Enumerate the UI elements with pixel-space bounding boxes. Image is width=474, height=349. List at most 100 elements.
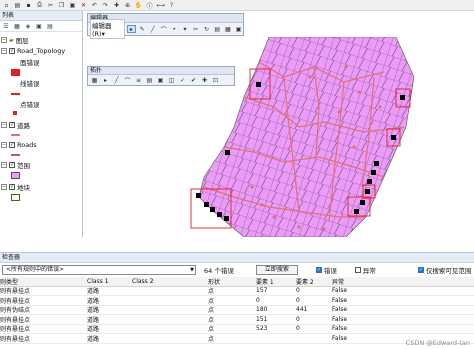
- help-icon[interactable]: ?: [167, 1, 176, 9]
- table-row[interactable]: 则有悬挂点 道路 点 0 0 False: [0, 296, 474, 306]
- table-row[interactable]: 则有悬挂点 道路 点 157 0 False: [0, 287, 474, 296]
- modify-edge-icon[interactable]: ╱: [112, 77, 121, 85]
- layers-root-label: 图层: [15, 37, 29, 45]
- collapse-icon[interactable]: −: [1, 184, 7, 190]
- print-icon[interactable]: ⎙: [35, 1, 44, 9]
- table-cell: 点: [208, 307, 215, 315]
- table-body: 则有悬挂点 道路点 157 0 False 则有悬挂点 道路点 0 0 False 则有伪结点 道路点…: [0, 287, 474, 344]
- layer-label: 范围: [17, 162, 30, 170]
- error-inspector-icon[interactable]: ⊡: [211, 77, 220, 85]
- edit-annotation-icon[interactable]: ✎: [138, 25, 147, 33]
- visible-extent-checkbox[interactable]: ✓: [417, 266, 424, 273]
- table-cell: False: [332, 306, 348, 314]
- table-cell: 则有伪结点: [0, 307, 31, 315]
- visibility-checkbox[interactable]: ✓: [9, 48, 15, 54]
- search-now-button[interactable]: 立即搜索: [255, 264, 298, 275]
- align-edge-icon[interactable]: ≡: [134, 77, 143, 85]
- list-by-source-icon[interactable]: ▦: [13, 22, 21, 30]
- collapse-icon[interactable]: −: [1, 37, 7, 43]
- copy-icon[interactable]: ❐: [57, 1, 66, 9]
- collapse-icon[interactable]: −: [1, 162, 7, 168]
- new-icon[interactable]: ▫: [2, 1, 11, 9]
- toc-layer-parcels[interactable]: − ✓ 地块: [1, 182, 30, 192]
- editor-toolbar: 编辑器 编辑器(R)▾ ▸ ✎ ╱ ⌒ • ✦ ✂ ↻ ▤ ▦ ▣: [87, 13, 244, 39]
- zoom-icon[interactable]: ⊕: [123, 1, 132, 9]
- toc-layer-road-topology[interactable]: − ✓ Road_Topology: [1, 46, 65, 56]
- table-cell: 道路: [87, 326, 100, 334]
- pan-icon[interactable]: ✋: [134, 1, 143, 9]
- undo-icon[interactable]: ↶: [90, 1, 99, 9]
- list-by-selection-icon[interactable]: ▣: [35, 22, 43, 30]
- curve-icon[interactable]: ⌒: [159, 25, 168, 34]
- visibility-checkbox[interactable]: ✓: [9, 162, 15, 168]
- table-header: 则类型 Class 1 Class 2 形状 要素 1 要素 2 异常: [0, 277, 474, 287]
- rule-filter-select[interactable]: <所有规则中的错误> ▼: [2, 264, 196, 275]
- split-icon[interactable]: ✂: [191, 25, 200, 33]
- measure-icon[interactable]: ⟷: [156, 1, 165, 9]
- rotate-icon[interactable]: ↻: [202, 25, 211, 33]
- visibility-checkbox[interactable]: ✓: [9, 184, 15, 190]
- list-by-visibility-icon[interactable]: ◈: [24, 22, 32, 30]
- table-cell: 则有悬挂点: [0, 288, 31, 296]
- table-row[interactable]: 则有悬挂点 道路 点 151 0 False: [0, 315, 474, 325]
- line-error-swatch: [11, 93, 20, 95]
- errors-checkbox[interactable]: ✓: [315, 266, 322, 273]
- topology-toolbar-title: 拓扑: [88, 67, 234, 75]
- column-header[interactable]: Class 2: [132, 278, 208, 285]
- exceptions-checkbox[interactable]: [354, 266, 361, 273]
- add-data-icon[interactable]: ✚: [112, 1, 121, 9]
- collapse-icon[interactable]: −: [1, 48, 7, 54]
- paste-icon[interactable]: ▣: [68, 1, 77, 9]
- fix-tool-icon[interactable]: ✚: [200, 77, 209, 85]
- table-cell: False: [332, 296, 348, 304]
- point-icon[interactable]: •: [170, 25, 179, 33]
- table-cell: False: [332, 334, 348, 342]
- table-row[interactable]: 则有悬挂点 道路 点 523 0 False: [0, 325, 474, 334]
- layer-label: 道路: [17, 122, 30, 130]
- shared-features-icon[interactable]: ▤: [145, 77, 154, 85]
- identify-icon[interactable]: ⓘ: [145, 1, 154, 10]
- validate-extent-icon[interactable]: ✓: [178, 77, 187, 85]
- column-header[interactable]: 异常: [332, 277, 366, 286]
- map-topology-icon[interactable]: ▦: [90, 77, 99, 85]
- construct-features-icon[interactable]: ▣: [156, 77, 165, 85]
- list-by-drawing-order-icon[interactable]: ☰: [2, 22, 10, 30]
- save-icon[interactable]: ▪: [24, 1, 33, 9]
- cut-icon[interactable]: ✂: [46, 1, 55, 9]
- table-row[interactable]: 则有悬挂点 道路 点 False: [0, 334, 474, 344]
- validate-visible-icon[interactable]: ✔: [189, 77, 198, 85]
- topology-edit-icon[interactable]: ▸: [101, 77, 110, 85]
- attributes-icon[interactable]: ▤: [213, 25, 222, 33]
- topology-toolbar: 拓扑 ▦ ▸ ╱ ⌒ ≡ ▤ ▣ ◫ ✓ ✔ ✚ ⊡: [87, 66, 235, 86]
- table-cell: 0: [296, 325, 300, 333]
- delete-icon[interactable]: ✕: [79, 1, 88, 9]
- reshape-edge-icon[interactable]: ⌒: [123, 77, 132, 85]
- reshape-icon[interactable]: ✦: [181, 25, 190, 33]
- open-icon[interactable]: ▤: [13, 1, 22, 9]
- collapse-icon[interactable]: −: [1, 142, 7, 148]
- edit-tool-icon[interactable]: ▸: [127, 25, 136, 33]
- planarize-icon[interactable]: ◫: [167, 77, 176, 85]
- editor-menu-button[interactable]: 编辑器(R)▾: [90, 19, 126, 39]
- create-features-icon[interactable]: ▣: [234, 25, 243, 33]
- column-header[interactable]: 要素 1: [256, 277, 296, 286]
- redo-icon[interactable]: ↷: [101, 1, 110, 9]
- column-header[interactable]: 形状: [208, 277, 256, 286]
- visibility-checkbox[interactable]: ✓: [9, 142, 15, 148]
- toc-layer-roads[interactable]: − ✓ Roads: [1, 140, 37, 150]
- column-header[interactable]: 要素 2: [296, 277, 332, 286]
- column-header[interactable]: Class 1: [87, 278, 132, 285]
- table-row[interactable]: 则有伪结点 道路 点 180 441 False: [0, 306, 474, 315]
- straight-segment-icon[interactable]: ╱: [149, 25, 158, 33]
- sketch-props-icon[interactable]: ▦: [224, 25, 233, 33]
- collapse-icon[interactable]: −: [1, 122, 7, 128]
- toc-layer-roads-cn[interactable]: − ✓ 道路: [1, 120, 30, 130]
- toc-layers-root[interactable]: − ▰ 图层: [1, 35, 29, 45]
- column-header[interactable]: 则类型: [0, 277, 87, 286]
- visibility-checkbox[interactable]: ✓: [9, 122, 15, 128]
- toc-layer-extent[interactable]: − ✓ 范围: [1, 160, 30, 170]
- table-cell: False: [332, 325, 348, 333]
- toc-toolbar: ☰ ▦ ◈ ▣ ▤: [0, 21, 82, 32]
- options-icon[interactable]: ▤: [46, 22, 54, 30]
- table-cell: False: [332, 315, 348, 323]
